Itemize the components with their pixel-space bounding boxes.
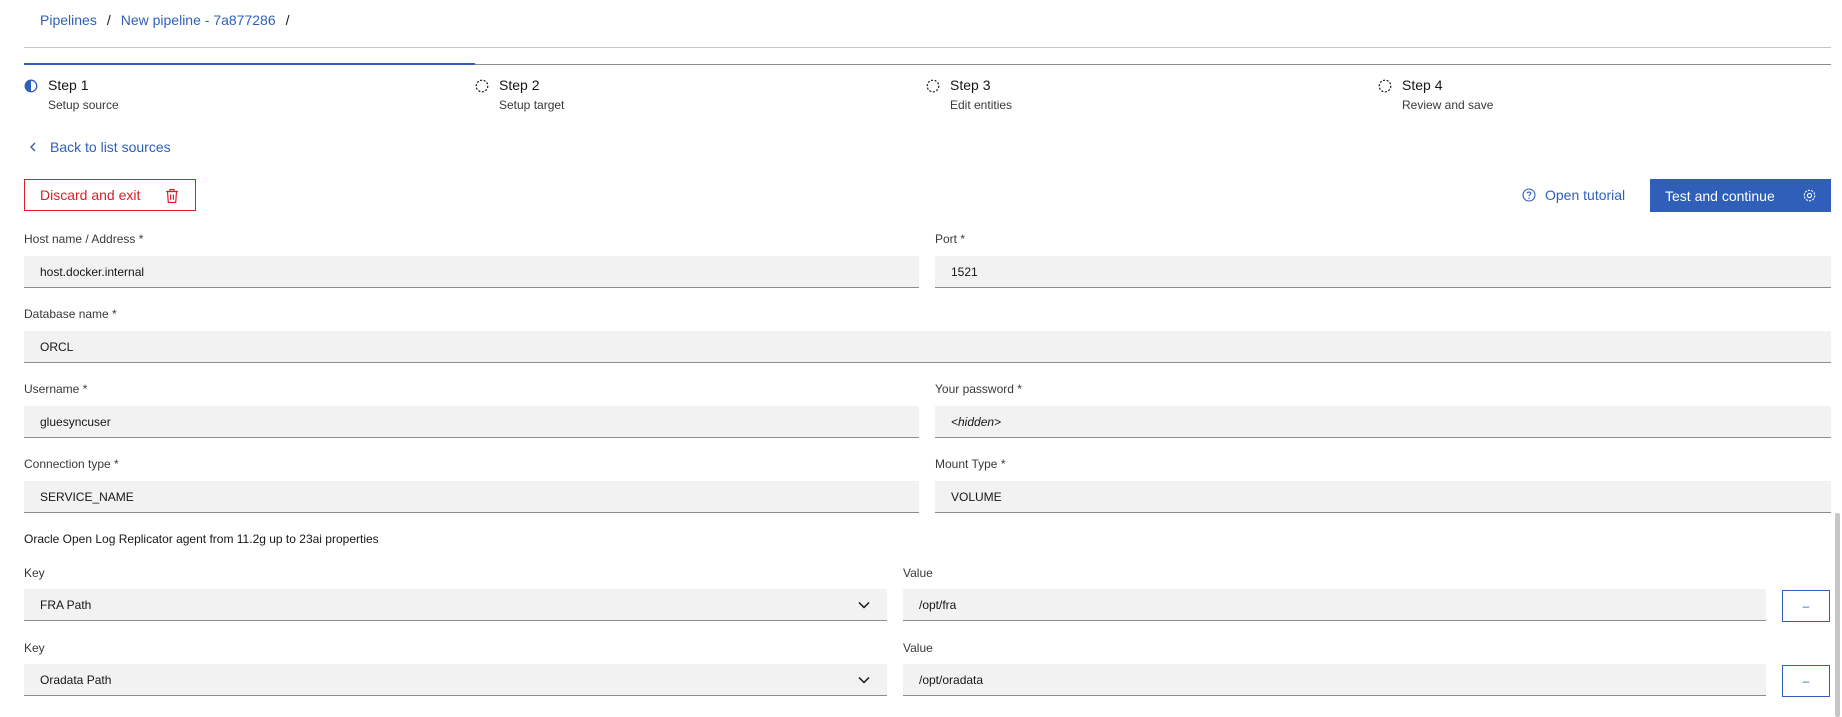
help-icon (1522, 188, 1536, 202)
remove-property-button[interactable]: – (1782, 590, 1830, 622)
step-sublabel: Setup source (48, 98, 119, 112)
vertical-scrollbar[interactable] (1835, 513, 1840, 717)
progress-indicator: Step 1 Setup source Step 2 Setup target … (24, 63, 1831, 124)
key-select[interactable]: Oradata Path (24, 664, 887, 696)
value-input[interactable]: /opt/oradata (903, 664, 1766, 696)
breadcrumb-link-pipeline[interactable]: New pipeline - 7a877286 (121, 12, 276, 28)
gear-icon (1803, 189, 1816, 202)
properties-section-title: Oracle Open Log Replicator agent from 11… (24, 532, 379, 546)
mount-type-input[interactable]: VOLUME (935, 481, 1831, 513)
key-select-value: Oradata Path (40, 672, 112, 687)
username-input[interactable]: gluesyncuser (24, 406, 919, 438)
key-label: Key (24, 566, 45, 580)
trash-icon (166, 188, 178, 204)
database-name-label: Database name * (24, 307, 117, 321)
remove-property-button[interactable]: – (1782, 665, 1830, 697)
open-tutorial-link[interactable]: Open tutorial (1522, 185, 1625, 205)
value-input[interactable]: /opt/fra (903, 589, 1766, 621)
host-label: Host name / Address * (24, 232, 144, 246)
host-input[interactable]: host.docker.internal (24, 256, 919, 288)
open-tutorial-label: Open tutorial (1545, 187, 1626, 203)
header-divider (24, 47, 1831, 48)
username-label: Username * (24, 382, 88, 396)
step-label: Step 4 (1402, 77, 1443, 93)
chevron-left-icon (30, 142, 36, 152)
step-label: Step 1 (48, 77, 89, 93)
chevron-down-icon (858, 676, 870, 684)
breadcrumb-separator: / (285, 12, 290, 28)
port-input[interactable]: 1521 (935, 256, 1831, 288)
connection-type-label: Connection type * (24, 457, 119, 471)
key-select[interactable]: FRA Path (24, 589, 887, 621)
step-label: Step 3 (950, 77, 991, 93)
connection-type-input[interactable]: SERVICE_NAME (24, 481, 919, 513)
test-and-continue-button[interactable]: Test and continue (1650, 179, 1831, 212)
step-sublabel: Setup target (499, 98, 565, 112)
step-sublabel: Edit entities (950, 98, 1013, 112)
discard-button-label: Discard and exit (40, 187, 141, 203)
progress-fill (24, 63, 475, 65)
key-label: Key (24, 641, 45, 655)
step-sublabel: Review and save (1402, 98, 1494, 112)
dashed-circle-icon (475, 79, 489, 93)
password-label: Your password * (935, 382, 1022, 396)
dashed-circle-icon (926, 79, 940, 93)
half-circle-icon (24, 79, 38, 93)
breadcrumb-separator: / (106, 12, 111, 28)
test-and-continue-label: Test and continue (1665, 187, 1775, 204)
back-link-label: Back to list sources (50, 139, 171, 155)
password-input[interactable]: <hidden> (935, 406, 1831, 438)
database-name-input[interactable]: ORCL (24, 331, 1831, 363)
mount-type-label: Mount Type * (935, 457, 1006, 471)
back-to-list-sources-link[interactable]: Back to list sources (26, 137, 171, 157)
value-label: Value (903, 641, 933, 655)
port-label: Port * (935, 232, 966, 246)
value-label: Value (903, 566, 933, 580)
discard-and-exit-button[interactable]: Discard and exit (24, 179, 196, 211)
chevron-down-icon (858, 601, 870, 609)
dashed-circle-icon (1378, 79, 1392, 93)
step-label: Step 2 (499, 77, 540, 93)
breadcrumb-link-pipelines[interactable]: Pipelines (40, 12, 97, 28)
key-select-value: FRA Path (40, 597, 92, 612)
breadcrumb: Pipelines / New pipeline - 7a877286 / (40, 10, 300, 30)
